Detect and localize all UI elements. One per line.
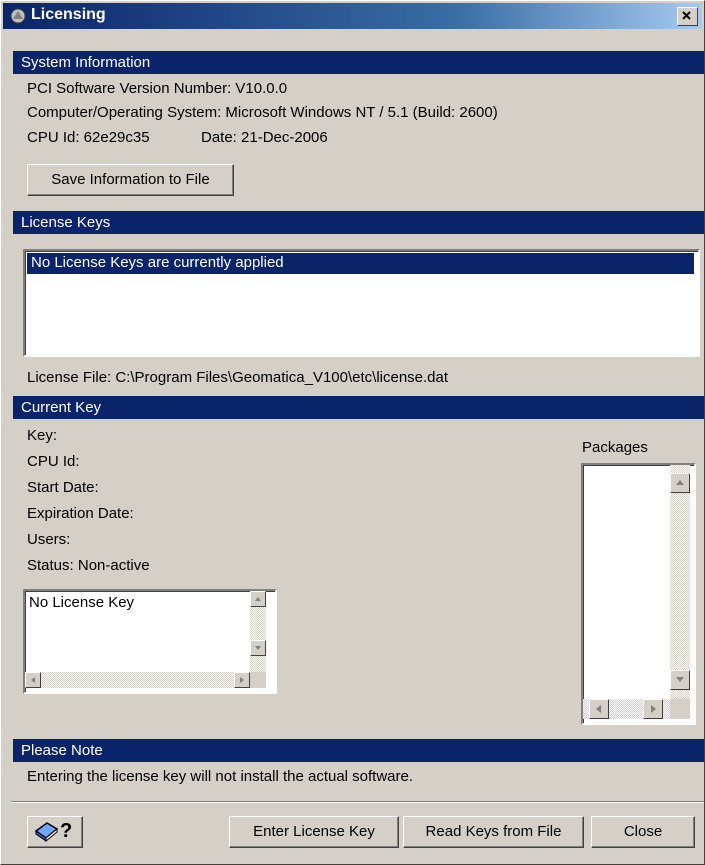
- arrow-right-icon: [240, 677, 244, 683]
- arrow-down-icon: [255, 646, 261, 650]
- arrow-left-icon: [31, 677, 35, 683]
- please-note-header: Please Note: [13, 739, 704, 762]
- list-item-label: No License Keys are currently applied: [31, 254, 284, 271]
- key-horizontal-scrollbar[interactable]: [25, 672, 250, 688]
- section-title: System Information: [21, 54, 151, 71]
- scrollbar-corner: [250, 672, 266, 688]
- section-title: Current Key: [21, 399, 102, 416]
- scroll-up-button[interactable]: [250, 591, 266, 607]
- scrollbar-corner: [670, 699, 690, 719]
- license-keys-header: License Keys: [13, 211, 704, 234]
- close-icon: [682, 11, 691, 20]
- footer-divider: [11, 801, 704, 803]
- list-item[interactable]: No License Keys are currently applied: [27, 253, 694, 274]
- scroll-right-button[interactable]: [234, 672, 250, 688]
- enter-license-key-button[interactable]: Enter License Key: [229, 816, 399, 848]
- start-date-label: Start Date:: [27, 479, 99, 496]
- version-text: PCI Software Version Number: V10.0.0: [27, 80, 288, 97]
- license-file-text: License File: C:\Program Files\Geomatica…: [27, 369, 449, 386]
- scroll-up-button[interactable]: [670, 473, 690, 493]
- key-label: Key:: [27, 427, 58, 444]
- section-title: License Keys: [21, 214, 111, 231]
- licensing-app-icon: [9, 7, 27, 29]
- scroll-left-button[interactable]: [25, 672, 41, 688]
- cpu-id-text: CPU Id: 62e29c35: [27, 129, 150, 146]
- title-bar[interactable]: Licensing: [3, 3, 702, 29]
- expiration-date-label: Expiration Date:: [27, 505, 134, 522]
- key-text: No License Key: [29, 594, 135, 611]
- scroll-down-button[interactable]: [250, 640, 266, 656]
- section-title: Please Note: [21, 742, 103, 759]
- scroll-left-button[interactable]: [589, 699, 609, 719]
- key-textarea[interactable]: No License Key: [23, 589, 277, 694]
- current-key-header: Current Key: [13, 396, 704, 419]
- date-text: Date: 21-Dec-2006: [201, 129, 328, 146]
- arrow-up-icon: [676, 480, 684, 485]
- packages-list[interactable]: [581, 463, 696, 725]
- arrow-down-icon: [676, 677, 684, 682]
- packages-label: Packages: [582, 439, 648, 456]
- close-button[interactable]: Close: [591, 816, 695, 848]
- scroll-right-button[interactable]: [643, 699, 663, 719]
- status-label: Status: Non-active: [27, 557, 150, 574]
- help-button[interactable]: ?: [27, 816, 83, 848]
- scroll-down-button[interactable]: [670, 670, 690, 690]
- help-book-icon: ?: [33, 817, 77, 854]
- window-title: Licensing: [31, 6, 106, 23]
- packages-vertical-scrollbar[interactable]: [670, 465, 690, 699]
- users-label: Users:: [27, 531, 71, 548]
- read-keys-from-file-button[interactable]: Read Keys from File: [403, 816, 584, 848]
- help-glyph: ?: [60, 820, 72, 842]
- save-information-button[interactable]: Save Information to File: [27, 164, 234, 196]
- system-information-header: System Information: [13, 51, 704, 74]
- arrow-up-icon: [255, 597, 261, 601]
- arrow-right-icon: [651, 705, 656, 713]
- cpu-id-label: CPU Id:: [27, 453, 80, 470]
- note-text: Entering the license key will not instal…: [27, 768, 414, 785]
- licensing-window: Licensing System Information PCI Softwar…: [0, 0, 705, 865]
- close-window-button[interactable]: [677, 7, 698, 26]
- arrow-left-icon: [596, 705, 601, 713]
- os-text: Computer/Operating System: Microsoft Win…: [27, 104, 498, 121]
